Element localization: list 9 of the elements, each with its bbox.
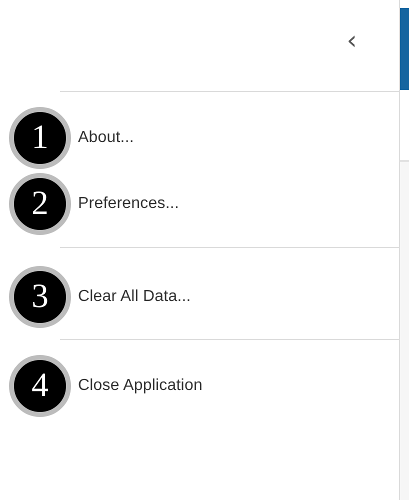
menu-item[interactable]: About...	[78, 129, 134, 147]
menu-item[interactable]: Clear All Data...	[78, 288, 191, 306]
number-badge: 4	[9, 355, 71, 417]
number-badge: 3	[9, 266, 71, 328]
menu-item[interactable]: Close Application	[78, 377, 202, 395]
number-badge: 1	[9, 107, 71, 169]
number-badge: 2	[9, 173, 71, 235]
back-button[interactable]: ‹	[342, 28, 361, 54]
menu-item[interactable]: Preferences...	[78, 195, 180, 213]
